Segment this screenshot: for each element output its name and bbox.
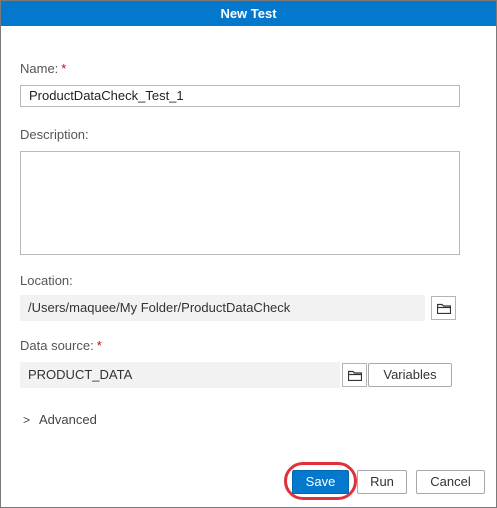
chevron-right-icon: > — [23, 412, 31, 427]
data-source-field: PRODUCT_DATA — [20, 362, 340, 388]
data-source-required-mark: * — [96, 338, 102, 353]
data-source-browse-button[interactable] — [342, 363, 367, 387]
folder-icon — [436, 303, 451, 314]
advanced-label: Advanced — [39, 412, 97, 427]
name-input[interactable]: ProductDataCheck_Test_1 — [20, 85, 460, 107]
folder-icon — [347, 370, 362, 381]
variables-button[interactable]: Variables — [368, 363, 452, 387]
save-button[interactable]: Save — [292, 470, 349, 494]
description-textarea[interactable] — [20, 151, 460, 255]
location-label: Location: — [20, 273, 73, 288]
new-test-dialog: New Test Name: * ProductDataCheck_Test_1 … — [0, 0, 497, 508]
data-source-label-text: Data source: — [20, 338, 94, 353]
advanced-toggle[interactable]: > Advanced — [23, 412, 97, 427]
dialog-title: New Test — [1, 1, 496, 26]
data-source-label: Data source: * — [20, 338, 102, 353]
location-field: /Users/maquee/My Folder/ProductDataCheck — [20, 295, 425, 321]
name-required-mark: * — [61, 61, 67, 76]
run-button[interactable]: Run — [357, 470, 407, 494]
description-label: Description: — [20, 127, 89, 142]
name-label-text: Name: — [20, 61, 59, 76]
cancel-button[interactable]: Cancel — [416, 470, 485, 494]
location-browse-button[interactable] — [431, 296, 456, 320]
name-label: Name: * — [20, 61, 66, 76]
